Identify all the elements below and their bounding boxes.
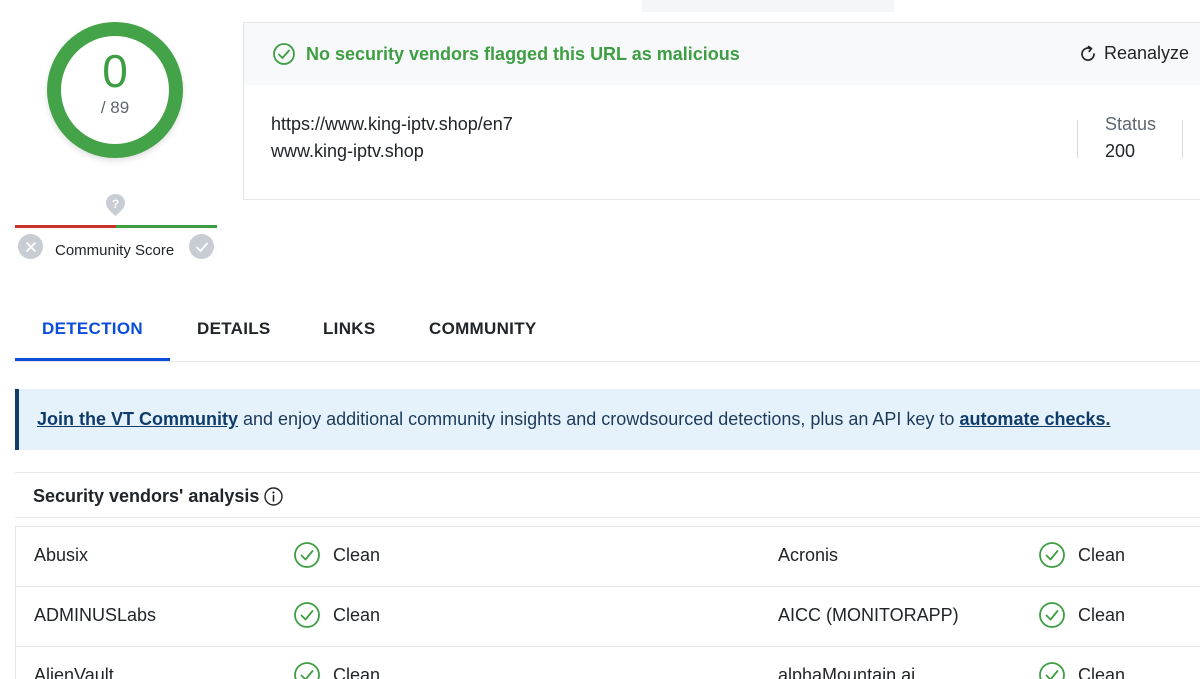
result-label: Clean bbox=[1078, 604, 1126, 625]
result-label: Clean bbox=[1078, 664, 1126, 679]
check-circle-icon bbox=[294, 662, 320, 679]
score-value: 0 bbox=[102, 45, 128, 97]
table-row: Abusix Clean Acronis Clean bbox=[16, 527, 1200, 587]
url-summary-card: No security vendors flagged this URL as … bbox=[243, 22, 1200, 200]
score-inner: 0 / 89 bbox=[61, 36, 169, 144]
vendor-result: Clean bbox=[1038, 601, 1125, 629]
detection-score-ring: 0 / 89 bbox=[47, 22, 183, 158]
check-circle-icon bbox=[273, 43, 295, 65]
tab-community[interactable]: COMMUNITY bbox=[429, 319, 537, 339]
community-promo-banner: Join the VT Community and enjoy addition… bbox=[15, 389, 1200, 450]
check-circle-icon bbox=[294, 542, 320, 568]
table-row: AlienVault Clean alphaMountain.ai Clean bbox=[16, 647, 1200, 679]
active-tab-indicator bbox=[15, 358, 170, 361]
check-circle-icon bbox=[1039, 662, 1065, 679]
vendor-name: ADMINUSLabs bbox=[34, 605, 157, 625]
vendors-title: Security vendors' analysis bbox=[33, 486, 260, 506]
result-label: Clean bbox=[1078, 544, 1126, 565]
svg-text:?: ? bbox=[112, 197, 119, 211]
verdict-text: No security vendors flagged this URL as … bbox=[306, 44, 740, 64]
vendor-result: Clean bbox=[293, 601, 380, 629]
tab-links[interactable]: LINKS bbox=[323, 319, 376, 339]
vendor-result: Clean bbox=[293, 541, 380, 569]
community-bar-negative bbox=[15, 225, 116, 228]
vendor-name: Abusix bbox=[34, 545, 89, 565]
vendors-section-header: Security vendors' analysis bbox=[15, 472, 1200, 518]
tab-details[interactable]: DETAILS bbox=[197, 319, 271, 339]
check-circle-icon bbox=[294, 602, 320, 628]
vote-harmless-button[interactable] bbox=[189, 234, 214, 259]
vendor-name: alphaMountain.ai bbox=[778, 665, 916, 679]
result-label: Clean bbox=[333, 604, 381, 625]
vendor-name: Acronis bbox=[778, 545, 839, 565]
divider bbox=[1077, 120, 1078, 158]
verdict-banner: No security vendors flagged this URL as … bbox=[244, 23, 1200, 85]
score-total: / 89 bbox=[100, 98, 130, 117]
analyzed-domain: www.king-iptv.shop bbox=[271, 141, 424, 161]
refresh-icon bbox=[1081, 45, 1095, 61]
vendors-table: Abusix Clean Acronis Clean ADMINUSLabs C… bbox=[15, 526, 1200, 679]
check-circle-icon bbox=[1039, 542, 1065, 568]
top-scroll-bar bbox=[642, 0, 894, 12]
vendor-result: Clean bbox=[1038, 541, 1125, 569]
x-icon bbox=[25, 241, 36, 252]
status-value: 200 bbox=[1105, 141, 1136, 161]
vendor-result: Clean bbox=[293, 661, 380, 679]
analyzed-url: https://www.king-iptv.shop/en7 bbox=[271, 114, 513, 134]
result-label: Clean bbox=[333, 544, 381, 565]
question-marker-icon: ? bbox=[106, 194, 125, 216]
status-label: Status bbox=[1105, 114, 1157, 134]
reanalyze-button[interactable]: Reanalyze bbox=[1078, 43, 1189, 64]
reanalyze-label: Reanalyze bbox=[1104, 43, 1190, 63]
automate-checks-link[interactable]: automate checks. bbox=[959, 409, 1110, 429]
tab-detection[interactable]: DETECTION bbox=[42, 319, 143, 339]
report-tabs: DETECTION DETAILS LINKS COMMUNITY bbox=[15, 305, 1200, 362]
community-bar-positive bbox=[116, 225, 217, 228]
info-icon[interactable] bbox=[263, 486, 284, 507]
join-community-link[interactable]: Join the VT Community bbox=[37, 409, 238, 429]
vendor-name: AlienVault bbox=[34, 665, 114, 679]
divider bbox=[1182, 120, 1183, 158]
table-row: ADMINUSLabs Clean AICC (MONITORAPP) Clea… bbox=[16, 587, 1200, 647]
vendor-result: Clean bbox=[1038, 661, 1125, 679]
community-score-label: Community Score bbox=[55, 242, 175, 259]
vote-harmful-button[interactable] bbox=[18, 234, 43, 259]
check-icon bbox=[195, 242, 208, 252]
vendor-name: AICC (MONITORAPP) bbox=[778, 605, 959, 625]
promo-body: and enjoy additional community insights … bbox=[238, 409, 960, 429]
result-label: Clean bbox=[333, 664, 381, 679]
promo-text: Join the VT Community and enjoy addition… bbox=[37, 409, 1111, 430]
check-circle-icon bbox=[1039, 602, 1065, 628]
